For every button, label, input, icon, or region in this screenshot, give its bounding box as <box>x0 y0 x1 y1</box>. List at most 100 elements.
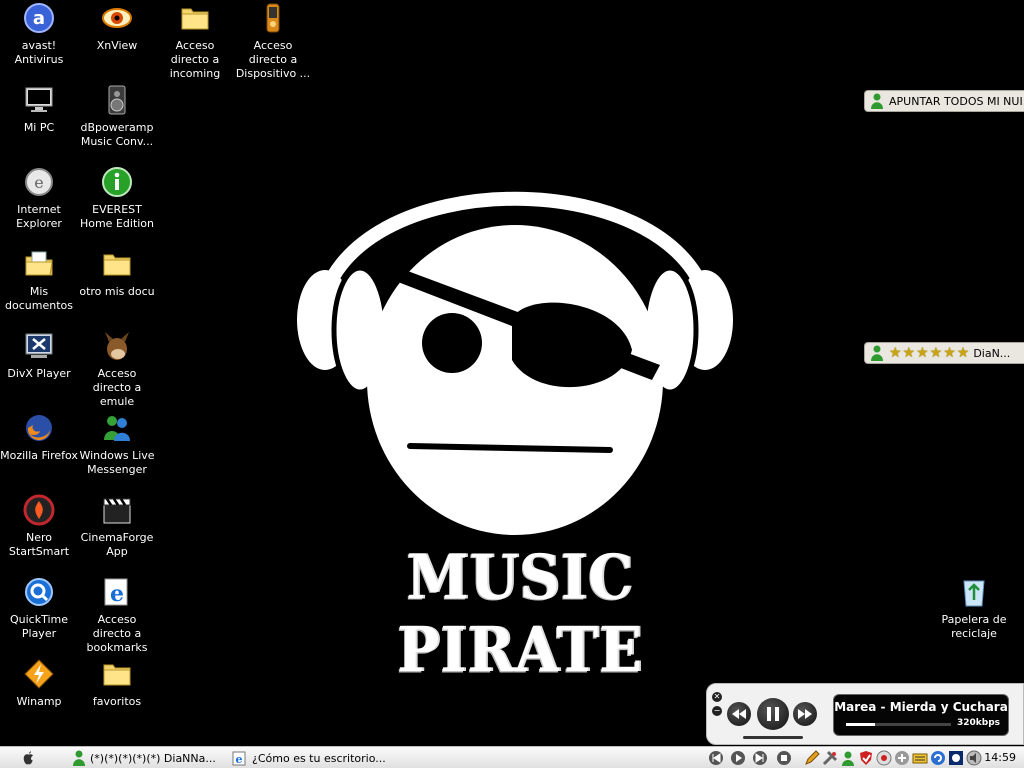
divx-icon <box>25 333 53 358</box>
emule-icon <box>105 332 129 360</box>
close-icon[interactable]: ✕ <box>712 692 722 702</box>
messenger-notification[interactable]: ★★★★★★ DiaN... <box>864 342 1024 364</box>
antivirus-icon[interactable] <box>876 750 892 766</box>
svg-text:e: e <box>110 581 124 607</box>
desktop-icon-incoming[interactable]: Acceso directo a incoming <box>156 2 234 81</box>
volume-slider[interactable] <box>743 736 803 739</box>
icon-label: Nero StartSmart <box>8 531 70 558</box>
progress-fill <box>846 723 876 726</box>
icon-label: avast! Antivirus <box>14 39 64 66</box>
icon-label: Papelera de reciclaje <box>941 613 1007 640</box>
recycle-bin-icon <box>963 580 985 607</box>
taskbar-window-browser[interactable]: e ¿Cómo es tu escritorio... <box>232 749 392 767</box>
desktop-icon-otro-mis-docu[interactable]: otro mis docu <box>78 248 156 299</box>
nero-icon <box>23 494 55 526</box>
messenger-icon[interactable] <box>840 750 856 766</box>
desktop-icon-favoritos[interactable]: favoritos <box>78 658 156 709</box>
desktop-icon-everest[interactable]: EVEREST Home Edition <box>78 166 156 231</box>
ie-icon: e <box>25 168 53 196</box>
start-button[interactable] <box>20 749 40 767</box>
ie-icon: e <box>104 578 128 607</box>
next-button[interactable] <box>793 702 817 726</box>
song-title: Marea - Mierda y Cuchara <box>834 700 1008 714</box>
icon-label: Mis documentos <box>5 285 73 312</box>
monitor-icon <box>25 87 53 112</box>
desktop-icon-dispositivo[interactable]: Acceso directo a Dispositivo ... <box>234 2 312 81</box>
icon-label: EVEREST Home Edition <box>79 203 155 230</box>
messenger-notification[interactable]: APUNTAR TODOS MI NUI... <box>864 90 1024 112</box>
progress-bar[interactable] <box>846 723 951 726</box>
firefox-icon <box>26 415 52 441</box>
tools-icon[interactable] <box>822 750 838 766</box>
desktop-icon-quicktime-player[interactable]: QuickTime Player <box>0 576 78 641</box>
icon-label: dBpoweramp Music Conv... <box>80 121 154 148</box>
folder-icon <box>103 254 131 276</box>
keyboard-icon[interactable] <box>912 750 928 766</box>
messenger-icon <box>104 416 130 441</box>
star-rating: ★★★★★★ <box>889 345 971 361</box>
previous-track-icon[interactable] <box>708 750 724 766</box>
clock[interactable]: 14:59 <box>984 751 1016 764</box>
pause-icon <box>767 707 779 721</box>
desktop-icon-mozilla-firefox[interactable]: Mozilla Firefox <box>0 412 78 463</box>
documents-folder-icon <box>25 251 53 276</box>
icon-label: favoritos <box>92 695 142 708</box>
desktop-icon-windows-live-messenger[interactable]: Windows Live Messenger <box>78 412 156 477</box>
desktop-icon-recycle-bin[interactable]: Papelera de reciclaje <box>935 576 1013 641</box>
messenger-buddy-icon <box>871 93 883 109</box>
fast-forward-icon <box>798 709 812 719</box>
taskbar-window-messenger[interactable]: (*)(*)(*)(*)(*) DiaNNa... <box>72 749 222 767</box>
desktop-icon-winamp[interactable]: Winamp <box>0 658 78 709</box>
icon-label: Acceso directo a bookmarks <box>86 613 148 654</box>
icon-label: Internet Explorer <box>16 203 62 230</box>
taskbar-window-label: (*)(*)(*)(*)(*) DiaNNa... <box>90 751 216 765</box>
svg-text:e: e <box>236 753 243 766</box>
ie-icon: e <box>232 751 246 766</box>
desktop-icon-mis-documentos[interactable]: Mis documentos <box>0 248 78 313</box>
desktop-icon-internet-explorer[interactable]: e Internet Explorer <box>0 166 78 231</box>
desktop[interactable]: a avast! Antivirus Mi PC e Internet Expl… <box>0 0 1024 746</box>
icon-label: XnView <box>96 39 138 52</box>
volume-icon[interactable] <box>966 750 982 766</box>
icon-label: otro mis docu <box>79 285 155 298</box>
svg-text:e: e <box>34 173 43 192</box>
network-icon[interactable] <box>894 750 910 766</box>
pencil-icon[interactable] <box>804 750 820 766</box>
desktop-icon-xnview[interactable]: XnView <box>78 2 156 53</box>
folder-icon <box>181 8 209 30</box>
desktop-icon-dbpoweramp[interactable]: dBpoweramp Music Conv... <box>78 84 156 149</box>
icon-label: CinemaForge App <box>80 531 154 558</box>
now-playing-display: Marea - Mierda y Cuchara 320kbps <box>833 694 1009 736</box>
desktop-icon-avast[interactable]: a avast! Antivirus <box>0 2 78 67</box>
notification-text: APUNTAR TODOS MI NUI... <box>889 94 1024 108</box>
folder-icon <box>103 664 131 686</box>
desktop-icon-divx-player[interactable]: DivX Player <box>0 330 78 381</box>
svg-text:a: a <box>33 8 45 29</box>
icon-label: QuickTime Player <box>9 613 69 640</box>
wallpaper-title: MUSIC PIRATE <box>397 541 643 687</box>
display-icon[interactable] <box>948 750 964 766</box>
next-track-icon[interactable] <box>752 750 768 766</box>
desktop-icon-emule[interactable]: Acceso directo a emule <box>78 330 156 409</box>
icon-label: Mi PC <box>23 121 55 134</box>
icon-label: Acceso directo a incoming <box>169 39 221 80</box>
icon-label: Windows Live Messenger <box>79 449 155 476</box>
shield-icon[interactable] <box>858 750 874 766</box>
taskbar: (*)(*)(*)(*)(*) DiaNNa... e ¿Cómo es tu … <box>0 746 1024 768</box>
sync-icon[interactable] <box>930 750 946 766</box>
info-icon <box>102 167 132 197</box>
desktop-icon-mi-pc[interactable]: Mi PC <box>0 84 78 135</box>
desktop-icon-nero-startsmart[interactable]: Nero StartSmart <box>0 494 78 559</box>
desktop-icon-cinemaforge[interactable]: CinemaForge App <box>78 494 156 559</box>
desktop-icon-bookmarks[interactable]: e Acceso directo a bookmarks <box>78 576 156 655</box>
icon-label: DivX Player <box>7 367 71 380</box>
play-icon[interactable] <box>730 750 746 766</box>
stop-icon[interactable] <box>776 750 792 766</box>
minimize-icon[interactable]: − <box>712 706 722 716</box>
apple-icon <box>23 751 33 765</box>
previous-button[interactable] <box>727 702 751 726</box>
pause-button[interactable] <box>757 698 789 730</box>
bitrate: 320kbps <box>956 718 1000 728</box>
clapperboard-icon <box>103 498 131 524</box>
icon-label: Acceso directo a Dispositivo ... <box>235 39 311 80</box>
